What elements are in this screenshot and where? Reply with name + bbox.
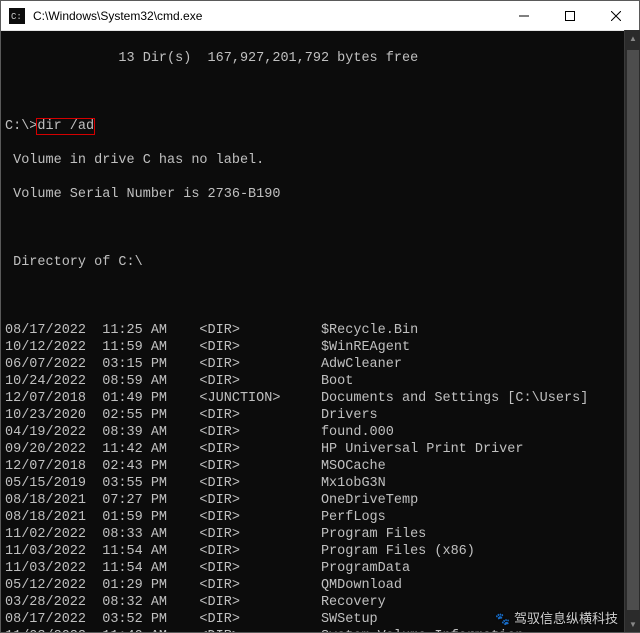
prompt-prefix: C:\> bbox=[5, 119, 37, 134]
close-button[interactable] bbox=[593, 1, 639, 30]
maximize-button[interactable] bbox=[547, 1, 593, 30]
scroll-up-arrow[interactable]: ▲ bbox=[625, 30, 640, 46]
scrollbar-thumb[interactable] bbox=[627, 50, 639, 610]
directory-entry: 10/12/2022 11:59 AM <DIR> $WinREAgent bbox=[5, 339, 635, 356]
typed-command: dir /ad bbox=[36, 118, 95, 135]
minimize-button[interactable] bbox=[501, 1, 547, 30]
blank bbox=[5, 220, 635, 237]
directory-entry: 11/03/2022 11:40 AM <DIR> System Volume … bbox=[5, 628, 635, 632]
directory-entry: 12/07/2018 01:49 PM <JUNCTION> Documents… bbox=[5, 390, 635, 407]
directory-entry: 08/18/2021 07:27 PM <DIR> OneDriveTemp bbox=[5, 492, 635, 509]
directory-entry: 05/12/2022 01:29 PM <DIR> QMDownload bbox=[5, 577, 635, 594]
directory-entry: 08/18/2021 01:59 PM <DIR> PerfLogs bbox=[5, 509, 635, 526]
window-title: C:\Windows\System32\cmd.exe bbox=[31, 9, 501, 23]
console-output[interactable]: 13 Dir(s) 167,927,201,792 bytes free C:\… bbox=[1, 31, 639, 632]
directory-entry: 08/17/2022 11:25 AM <DIR> $Recycle.Bin bbox=[5, 322, 635, 339]
prompt-line: C:\>dir /ad bbox=[5, 118, 635, 135]
directory-entry: 11/03/2022 11:54 AM <DIR> ProgramData bbox=[5, 560, 635, 577]
directory-header: Directory of C:\ bbox=[5, 254, 635, 271]
titlebar[interactable]: C: C:\Windows\System32\cmd.exe bbox=[1, 1, 639, 31]
volume-line-2: Volume Serial Number is 2736-B190 bbox=[5, 186, 635, 203]
directory-entry: 10/24/2022 08:59 AM <DIR> Boot bbox=[5, 373, 635, 390]
scroll-down-arrow[interactable]: ▼ bbox=[625, 616, 640, 632]
directory-entry: 09/20/2022 11:42 AM <DIR> HP Universal P… bbox=[5, 441, 635, 458]
directory-listing: 08/17/2022 11:25 AM <DIR> $Recycle.Bin10… bbox=[5, 322, 635, 632]
blank bbox=[5, 84, 635, 101]
directory-entry: 11/02/2022 08:33 AM <DIR> Program Files bbox=[5, 526, 635, 543]
window-controls bbox=[501, 1, 639, 30]
directory-entry: 04/19/2022 08:39 AM <DIR> found.000 bbox=[5, 424, 635, 441]
paw-icon: 🐾 bbox=[495, 612, 510, 626]
watermark: 🐾 驾驭信息纵横科技 bbox=[495, 608, 618, 627]
vertical-scrollbar[interactable]: ▲ ▼ bbox=[624, 30, 640, 632]
cmd-icon: C: bbox=[9, 8, 25, 24]
prev-summary-line: 13 Dir(s) 167,927,201,792 bytes free bbox=[5, 50, 635, 67]
svg-text:C:: C: bbox=[11, 12, 22, 22]
volume-line-1: Volume in drive C has no label. bbox=[5, 152, 635, 169]
directory-entry: 12/07/2018 02:43 PM <DIR> MSOCache bbox=[5, 458, 635, 475]
directory-entry: 11/03/2022 11:54 AM <DIR> Program Files … bbox=[5, 543, 635, 560]
blank bbox=[5, 288, 635, 305]
directory-entry: 05/15/2019 03:55 PM <DIR> Mx1obG3N bbox=[5, 475, 635, 492]
watermark-text: 驾驭信息纵横科技 bbox=[514, 611, 618, 626]
cmd-window: C: C:\Windows\System32\cmd.exe 13 Dir(s)… bbox=[0, 0, 640, 633]
directory-entry: 10/23/2020 02:55 PM <DIR> Drivers bbox=[5, 407, 635, 424]
directory-entry: 06/07/2022 03:15 PM <DIR> AdwCleaner bbox=[5, 356, 635, 373]
